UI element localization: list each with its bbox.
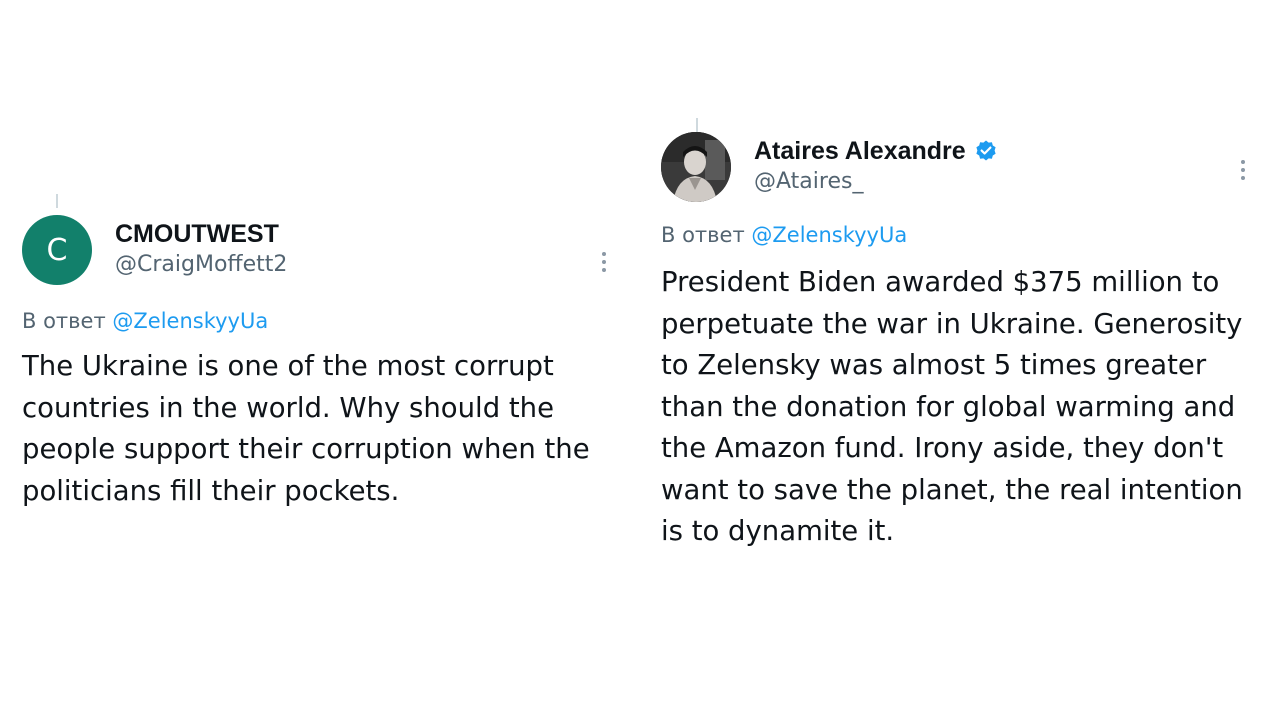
author-handle[interactable]: @Ataires_ [754,166,998,198]
display-name-text: Ataires Alexandre [754,137,966,165]
author-handle[interactable]: @CraigMoffett2 [115,249,287,281]
reply-context: В ответ @ZelenskyyUa [661,220,1261,250]
reply-mention-link[interactable]: @ZelenskyyUa [112,309,268,333]
more-vertical-icon[interactable] [601,252,607,272]
screenshot-canvas: C CMOUTWEST @CraigMoffett2 В ответ @Zele… [0,0,1280,719]
tweet-card[interactable]: C CMOUTWEST @CraigMoffett2 В ответ @Zele… [22,194,622,512]
reply-context: В ответ @ZelenskyyUa [22,306,622,336]
author-block: Ataires Alexandre @Ataires_ [754,136,998,198]
avatar-photo-icon [661,132,731,202]
verified-badge-icon [976,140,996,161]
tweet-text: The Ukraine is one of the most corrupt c… [22,350,590,507]
tweet-header: Ataires Alexandre @Ataires_ [661,130,1261,204]
avatar-letter: C [46,232,68,268]
author-display-name[interactable]: CMOUTWEST [115,219,287,249]
display-name-text: CMOUTWEST [115,220,279,248]
tweet-text: President Biden awarded $375 million to … [661,266,1243,547]
thread-connector [56,194,58,208]
avatar[interactable]: C [22,215,92,285]
reply-prefix: В ответ [661,223,745,247]
reply-mention-link[interactable]: @ZelenskyyUa [751,223,907,247]
tweet-card[interactable]: Ataires Alexandre @Ataires_ В ответ @Zel… [661,118,1261,553]
author-block: CMOUTWEST @CraigMoffett2 [115,219,287,281]
reply-prefix: В ответ [22,309,106,333]
tweet-header: C CMOUTWEST @CraigMoffett2 [22,214,622,286]
more-vertical-icon[interactable] [1240,160,1246,180]
avatar[interactable] [661,132,731,202]
author-display-name[interactable]: Ataires Alexandre [754,136,998,166]
